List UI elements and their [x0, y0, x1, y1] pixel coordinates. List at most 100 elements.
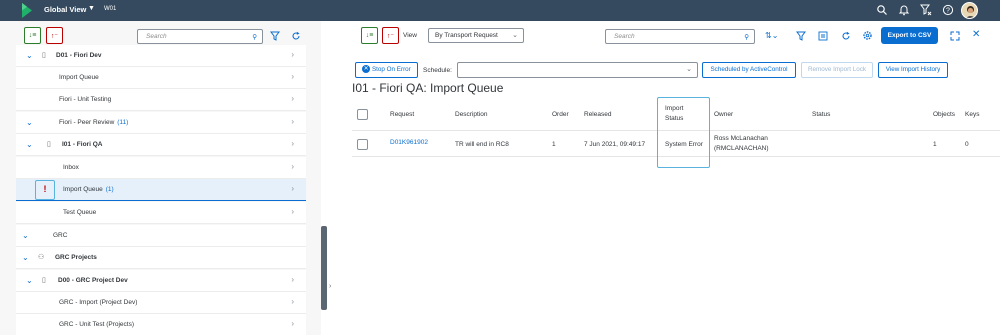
app-logo-icon[interactable] — [20, 3, 34, 18]
group-icon[interactable] — [818, 31, 828, 41]
chevron-down-icon[interactable]: ⌄ — [26, 118, 33, 127]
shell-title[interactable]: Global View — [44, 5, 86, 14]
tree-search-input[interactable]: Search ⚲ — [137, 29, 263, 44]
view-import-history-button[interactable]: View Import History — [878, 62, 948, 78]
count-badge: (11) — [117, 119, 129, 126]
tree-node-import-queue-qa[interactable]: ! Import Queue (1) › — [16, 179, 306, 201]
schedule-select[interactable]: ⌄ — [457, 62, 698, 78]
collapse-all-button[interactable]: ↑⁻ — [382, 27, 399, 44]
export-to-csv-button[interactable]: Export to CSV — [881, 27, 938, 44]
chevron-right-icon[interactable]: › — [291, 297, 294, 306]
system-label: W01 — [104, 6, 117, 12]
tree-node-test-queue[interactable]: Test Queue › — [16, 202, 306, 224]
column-header-released[interactable]: Released — [584, 111, 611, 118]
tree-search-placeholder: Search — [146, 33, 167, 40]
tree-node-grc-unit-test-projects[interactable]: GRC - Unit Test (Projects) › — [16, 314, 306, 335]
search-icon[interactable]: ⚲ — [744, 31, 749, 44]
tree-node-fiori-unit-testing[interactable]: Fiori - Unit Testing › — [16, 89, 306, 111]
select-all-checkbox[interactable] — [357, 109, 368, 120]
view-select-value: By Transport Request — [435, 32, 498, 39]
chevron-down-icon[interactable]: ⌄ — [512, 29, 518, 42]
tree-node-inbox[interactable]: Inbox › — [16, 157, 306, 179]
chevron-down-icon[interactable]: ⌄ — [26, 140, 33, 149]
filter-clear-icon[interactable] — [920, 4, 932, 16]
chevron-down-icon[interactable]: ▼ — [88, 5, 95, 12]
search-icon[interactable] — [876, 4, 888, 16]
row-checkbox[interactable] — [357, 139, 368, 150]
chevron-down-icon[interactable]: ⌄ — [22, 231, 29, 240]
chevron-right-icon[interactable]: › — [291, 72, 294, 81]
tree-node-import-queue-dev[interactable]: Import Queue › — [16, 67, 306, 89]
panel-splitter-scrollbar[interactable] — [321, 226, 327, 310]
chevron-right-icon[interactable]: › — [291, 207, 294, 216]
chevron-down-icon[interactable]: ⌄ — [26, 51, 33, 60]
tree-node-label: Inbox — [63, 164, 79, 171]
people-icon: ⚇ — [38, 254, 45, 261]
chevron-right-icon[interactable]: › — [291, 117, 294, 126]
chevron-down-icon[interactable]: ⌄ — [26, 276, 33, 285]
chevron-down-icon[interactable]: ⌄ — [22, 253, 29, 262]
avatar[interactable] — [961, 2, 978, 19]
tree-node-d00-grc-project-dev[interactable]: ⌄ ▯ D00 - GRC Project Dev › — [16, 270, 306, 292]
chevron-right-icon[interactable]: › — [291, 319, 294, 328]
expand-all-button[interactable]: ↓≡ — [24, 27, 41, 44]
chevron-right-icon[interactable]: › — [291, 94, 294, 103]
tree-node-d01-fiori-dev[interactable]: ⌄ ▯ D01 - Fiori Dev › — [16, 45, 306, 67]
refresh-icon[interactable] — [841, 31, 851, 41]
request-link[interactable]: D01K961902 — [390, 139, 428, 146]
fullscreen-icon[interactable] — [950, 31, 960, 41]
view-select[interactable]: By Transport Request ⌄ — [428, 28, 524, 43]
column-header-objects[interactable]: Objects — [933, 111, 955, 118]
order-cell: 1 — [552, 141, 556, 148]
tree-node-grc-projects[interactable]: ⌄ ⚇ GRC Projects — [16, 247, 306, 269]
count-badge: (1) — [105, 186, 114, 193]
tree-node-label: Test Queue — [63, 209, 97, 216]
tree-node-label: GRC — [53, 232, 68, 239]
collapse-all-icon: ↑⁻ — [50, 32, 59, 40]
sort-icon[interactable]: ⇅⌄ — [765, 31, 778, 40]
keys-cell: 0 — [965, 141, 969, 148]
close-icon[interactable]: ✕ — [972, 29, 980, 40]
chevron-right-icon[interactable]: › — [291, 162, 294, 171]
column-header-keys[interactable]: Keys — [965, 111, 979, 118]
collapse-all-icon: ↑⁻ — [386, 32, 395, 40]
chevron-down-icon[interactable]: ⌄ — [686, 63, 692, 76]
stop-on-error-button[interactable]: ✕ Stop On Error — [355, 62, 418, 78]
tree-node-fiori-peer-review[interactable]: ⌄ Fiori - Peer Review (11) › — [16, 112, 306, 134]
refresh-icon[interactable] — [291, 31, 301, 41]
tree-node-label: D00 - GRC Project Dev — [58, 277, 128, 284]
released-cell: 7 Jun 2021, 09:49:17 — [584, 141, 646, 148]
search-icon[interactable]: ⚲ — [252, 31, 257, 44]
chevron-right-icon[interactable]: › — [291, 50, 294, 59]
expand-all-icon: ↓≡ — [28, 32, 37, 39]
tree-node-label: GRC - Unit Test (Projects) — [59, 321, 135, 328]
import-status-highlight — [657, 97, 710, 168]
splitter-handle-icon[interactable]: › — [329, 283, 331, 290]
stop-on-error-label: Stop On Error — [371, 66, 411, 73]
column-header-owner[interactable]: Owner — [714, 111, 733, 118]
column-header-status[interactable]: Status — [812, 111, 830, 118]
chevron-right-icon[interactable]: › — [291, 275, 294, 284]
column-header-description[interactable]: Description — [455, 111, 488, 118]
filter-icon[interactable] — [270, 31, 280, 41]
queue-search-input[interactable]: Search ⚲ — [605, 29, 755, 44]
help-icon[interactable]: ? — [942, 4, 954, 16]
tree-node-label: Fiori - Unit Testing — [59, 96, 112, 103]
remove-import-lock-button: Remove Import Lock — [801, 62, 873, 78]
filter-icon[interactable] — [796, 31, 806, 41]
settings-icon[interactable] — [862, 30, 873, 41]
tree-node-grc-import-project-dev[interactable]: GRC - Import (Project Dev) › — [16, 292, 306, 314]
tree-node-i01-fiori-qa[interactable]: ⌄ ▯ I01 - Fiori QA › — [16, 134, 306, 156]
collapse-all-button[interactable]: ↑⁻ — [46, 27, 63, 44]
chevron-right-icon[interactable]: › — [291, 184, 294, 193]
tree-node-label: D01 - Fiori Dev — [56, 52, 102, 59]
bell-icon[interactable] — [898, 4, 910, 16]
expand-all-button[interactable]: ↓≡ — [361, 27, 378, 44]
column-header-request[interactable]: Request — [390, 111, 414, 118]
chevron-right-icon[interactable]: › — [291, 139, 294, 148]
tree-node-grc[interactable]: ⌄ GRC — [16, 225, 306, 247]
scheduled-by-activecontrol-button[interactable]: Scheduled by ActiveControl — [702, 62, 796, 78]
objects-cell: 1 — [933, 141, 937, 148]
column-header-order[interactable]: Order — [552, 111, 569, 118]
tree-node-label: I01 - Fiori QA — [62, 141, 103, 148]
